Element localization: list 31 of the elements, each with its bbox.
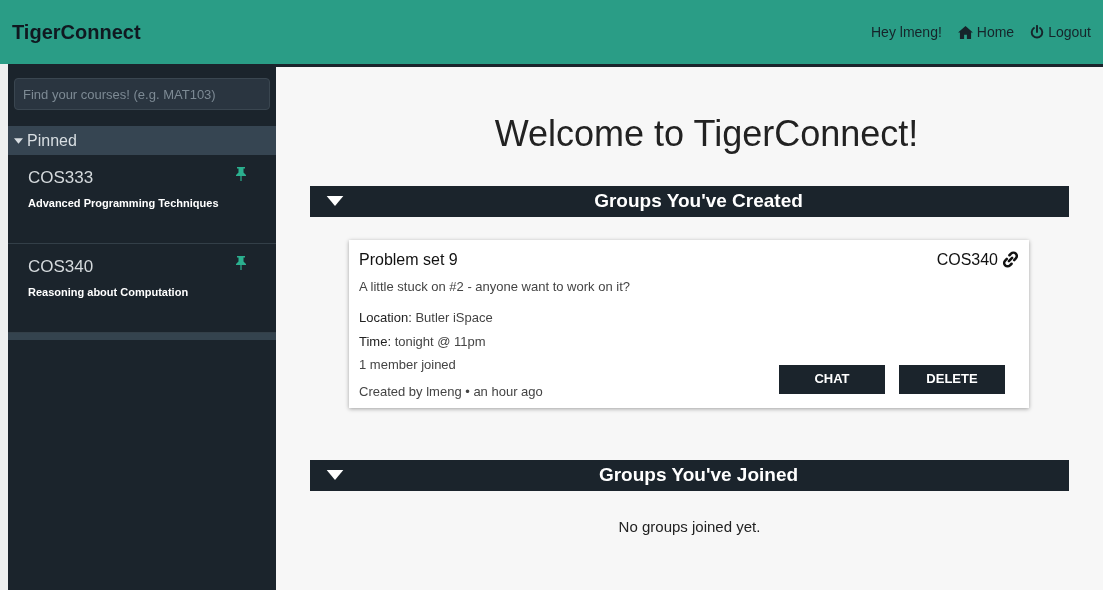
course-search-field[interactable]: Find your courses! (e.g. MAT103) [14, 78, 270, 110]
group-course: COS340 [936, 249, 998, 270]
group-detail: Time: tonight @ 11pm [359, 332, 487, 351]
caret-icon [326, 470, 344, 480]
pin-icon [236, 256, 246, 270]
caret-icon [326, 196, 344, 206]
welcome-heading: Welcome to TigerConnect! [493, 111, 920, 156]
course-code: COS333 [28, 167, 94, 189]
home-icon [957, 25, 973, 39]
pin-icon [236, 167, 246, 181]
empty-message: No groups joined yet. [617, 516, 762, 537]
group-title: Problem set 9 [359, 249, 458, 270]
power-icon [1030, 25, 1045, 39]
logout-link[interactable]: Logout [1030, 21, 1091, 43]
chat-button[interactable]: CHAT [779, 364, 885, 394]
course-code: COS340 [28, 256, 94, 278]
group-detail: Location: Butler iSpace [359, 309, 494, 327]
course-title: Reasoning about Computation [28, 284, 190, 300]
link-icon[interactable] [1002, 251, 1019, 268]
created-by-text: Created by lmeng • an hour ago [359, 383, 543, 401]
member-count: 1 member joined [359, 356, 457, 374]
section-header[interactable]: Groups You've Created [310, 185, 1069, 217]
delete-button[interactable]: DELETE [899, 364, 1005, 394]
pinned-header[interactable]: Pinned [8, 126, 276, 155]
caret-icon [14, 137, 23, 144]
group-description: A little stuck on #2 - anyone want to work on it? [359, 277, 631, 296]
greeting-text: Hey lmeng! [871, 22, 942, 42]
section-header[interactable]: Groups You've Joined [310, 459, 1069, 491]
brand-title[interactable]: TigerConnect [12, 17, 141, 47]
home-link[interactable]: Home [957, 21, 1015, 43]
course-title: Advanced Programming Techniques [28, 195, 220, 211]
